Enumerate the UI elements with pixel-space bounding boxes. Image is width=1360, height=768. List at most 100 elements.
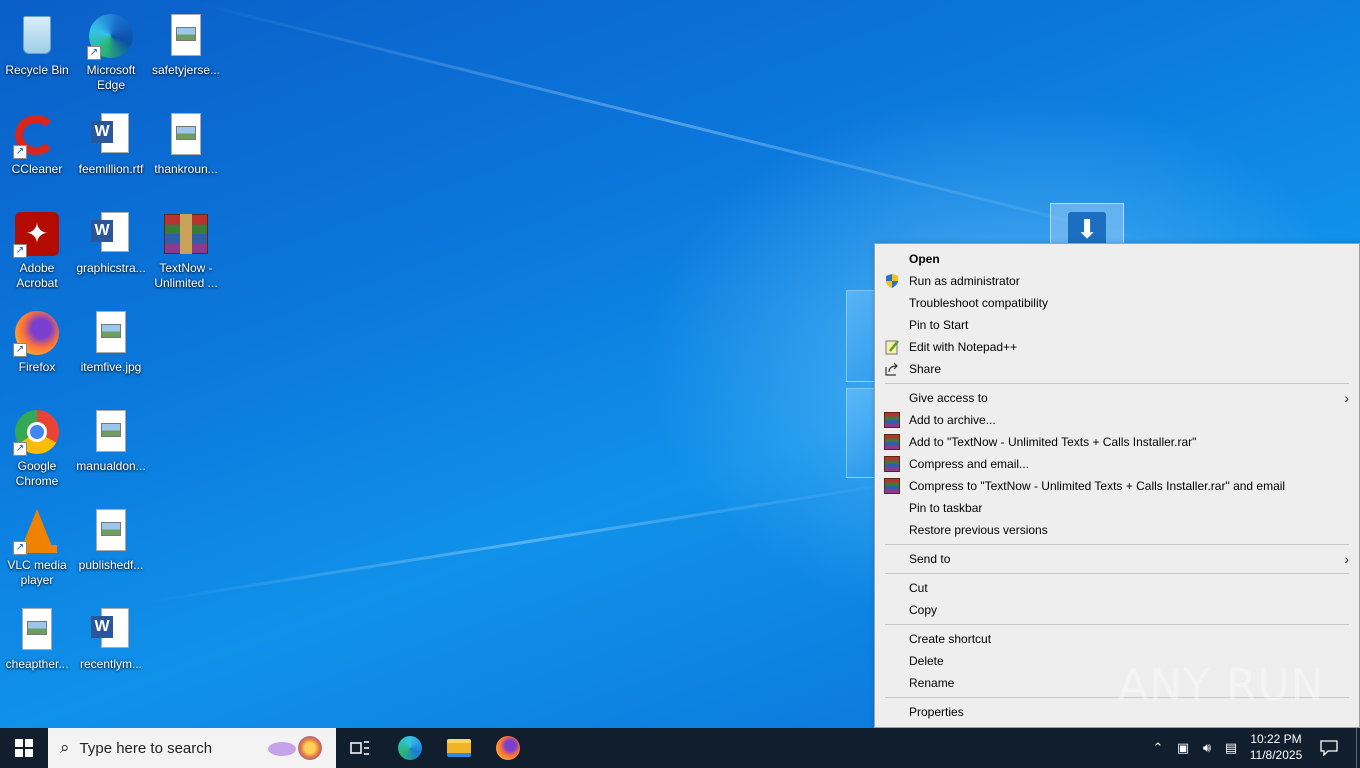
desktop-icon[interactable]: Wfeemillion.rtf (74, 107, 148, 177)
desktop-icon-label: thankroun... (154, 162, 218, 176)
menu-item-label: Edit with Notepad++ (909, 340, 1018, 354)
desktop-icon[interactable]: TextNow - Unlimited ... (149, 206, 223, 291)
menu-item-pin-to-taskbar[interactable]: Pin to taskbar (875, 497, 1359, 519)
menu-item-create-shortcut[interactable]: Create shortcut (875, 628, 1359, 650)
desktop-icon-label: feemillion.rtf (78, 162, 144, 176)
word-doc-icon: W (87, 111, 135, 159)
desktop-icon-label: recentlym... (79, 657, 142, 671)
desktop-icon-label: Recycle Bin (5, 63, 69, 77)
menu-item-label: Copy (909, 603, 938, 617)
recycle-bin-icon (13, 12, 61, 60)
word-doc-icon: W (87, 606, 135, 654)
desktop-icon[interactable]: Wrecentlym... (74, 602, 148, 672)
start-button[interactable] (0, 728, 48, 768)
desktop-icon[interactable]: ↗ Microsoft Edge (74, 8, 148, 93)
desktop-icon[interactable]: manualdon... (74, 404, 148, 474)
context-menu: Open Run as administrator Troubleshoot com… (874, 243, 1360, 728)
menu-item-run-as-administrator[interactable]: Run as administrator (875, 270, 1359, 292)
desktop-icon[interactable]: ↗ Firefox (0, 305, 74, 375)
menu-item-edit-with-notepad[interactable]: Edit with Notepad++ (875, 336, 1359, 358)
taskbar-file-explorer-button[interactable] (435, 728, 483, 768)
menu-item-label: Troubleshoot compatibility (909, 296, 1048, 310)
image-file-icon (87, 408, 135, 456)
menu-item-label: Pin to Start (909, 318, 969, 332)
desktop-icon[interactable]: ↗ VLC media player (0, 503, 74, 588)
network-tray-icon[interactable]: ▤ (1220, 728, 1242, 768)
shortcut-arrow-icon: ↗ (13, 343, 27, 357)
taskbar-edge-button[interactable] (386, 728, 434, 768)
menu-item-label: Pin to taskbar (909, 501, 983, 515)
desktop-icon-label: Microsoft Edge (86, 63, 136, 92)
show-hidden-icons-button[interactable]: ⌃ (1148, 728, 1168, 768)
download-icon: ⬇ (1068, 212, 1106, 246)
selected-installer-icon[interactable]: ⬇ (1050, 203, 1124, 246)
shortcut-arrow-icon: ↗ (13, 541, 27, 555)
volume-tray-icon[interactable]: 🔊︎ (1196, 728, 1218, 768)
menu-item-label: Rename (909, 676, 955, 690)
shortcut-arrow-icon: ↗ (13, 442, 27, 456)
image-file-icon (162, 12, 210, 60)
desktop-icon[interactable]: itemfive.jpg (74, 305, 148, 375)
desktop-icon-label: cheapther... (5, 657, 69, 671)
firefox-icon (496, 736, 520, 760)
desktop-icon[interactable]: safetyjerse... (149, 8, 223, 78)
search-icon: ⌕ (60, 738, 70, 757)
edge-icon: ↗ (87, 12, 135, 60)
menu-item-label: Cut (909, 581, 928, 595)
show-desktop-button[interactable] (1356, 728, 1360, 768)
menu-item-send-to[interactable]: Send to › (875, 548, 1359, 570)
share-icon (884, 361, 900, 377)
menu-separator (885, 383, 1349, 384)
menu-item-pin-to-start[interactable]: Pin to Start (875, 314, 1359, 336)
desktop-icon[interactable]: Wgraphicstra... (74, 206, 148, 276)
menu-item-give-access-to[interactable]: Give access to › (875, 387, 1359, 409)
desktop-icon[interactable]: ✦ ↗ Adobe Acrobat (0, 206, 74, 291)
menu-item-label: Add to archive... (909, 413, 996, 427)
menu-item-restore-previous-versions[interactable]: Restore previous versions (875, 519, 1359, 541)
menu-item-label: Send to (909, 552, 951, 566)
desktop-icon[interactable]: ↗ Google Chrome (0, 404, 74, 489)
desktop-icon[interactable]: Recycle Bin (0, 8, 74, 78)
menu-item-label: Properties (909, 705, 964, 719)
desktop-icon[interactable]: thankroun... (149, 107, 223, 177)
taskbar-clock[interactable]: 10:22 PM 11/8/2025 (1240, 731, 1312, 763)
desktop-icon-label: TextNow - Unlimited ... (154, 261, 218, 290)
taskbar-firefox-button[interactable] (484, 728, 532, 768)
desktop-icon-label: safetyjerse... (151, 63, 221, 77)
desktop-icon[interactable]: cheapther... (0, 602, 74, 672)
menu-item-cut[interactable]: Cut (875, 577, 1359, 599)
winrar-icon (884, 456, 900, 472)
shortcut-arrow-icon: ↗ (13, 244, 27, 258)
menu-item-label: Share (909, 362, 942, 376)
desktop-icon[interactable]: publishedf... (74, 503, 148, 573)
meet-now-tray-icon[interactable]: ▣ (1172, 728, 1194, 768)
menu-item-share[interactable]: Share (875, 358, 1359, 380)
chevron-right-icon: › (1344, 551, 1349, 567)
task-view-button[interactable] (336, 728, 384, 768)
desktop-icon[interactable]: ↗ CCleaner (0, 107, 74, 177)
shortcut-arrow-icon: ↗ (13, 145, 27, 159)
meet-now-icon: ▣ (1176, 740, 1190, 755)
chevron-up-icon: ⌃ (1152, 740, 1164, 755)
menu-item-label: Delete (909, 654, 944, 668)
menu-item-troubleshoot-compatibility[interactable]: Troubleshoot compatibility (875, 292, 1359, 314)
wallpaper-logo-pane (846, 290, 876, 382)
notification-icon (1320, 740, 1338, 756)
taskbar-search-box[interactable]: ⌕ Type here to search (48, 728, 336, 768)
winrar-icon (884, 478, 900, 494)
menu-separator (885, 624, 1349, 625)
desktop-icon-label: publishedf... (78, 558, 144, 572)
image-file-icon (87, 309, 135, 357)
menu-item-add-to-archive[interactable]: Add to archive... (875, 409, 1359, 431)
menu-item-compress-to-textnow-unlimited-texts-call[interactable]: Compress to "TextNow - Unlimited Texts +… (875, 475, 1359, 497)
winrar-icon (884, 412, 900, 428)
menu-item-compress-and-email[interactable]: Compress and email... (875, 453, 1359, 475)
wallpaper-logo-pane (846, 388, 876, 478)
menu-item-open[interactable]: Open (875, 248, 1359, 270)
file-explorer-icon (447, 739, 471, 757)
menu-item-copy[interactable]: Copy (875, 599, 1359, 621)
chevron-right-icon: › (1344, 390, 1349, 406)
taskbar: ⌕ Type here to search ⌃ ▣ 🔊︎ ▤ 10:22 PM (0, 728, 1360, 768)
menu-item-add-to-textnow-unlimited-texts-calls-ins[interactable]: Add to "TextNow - Unlimited Texts + Call… (875, 431, 1359, 453)
action-center-button[interactable] (1312, 728, 1346, 768)
